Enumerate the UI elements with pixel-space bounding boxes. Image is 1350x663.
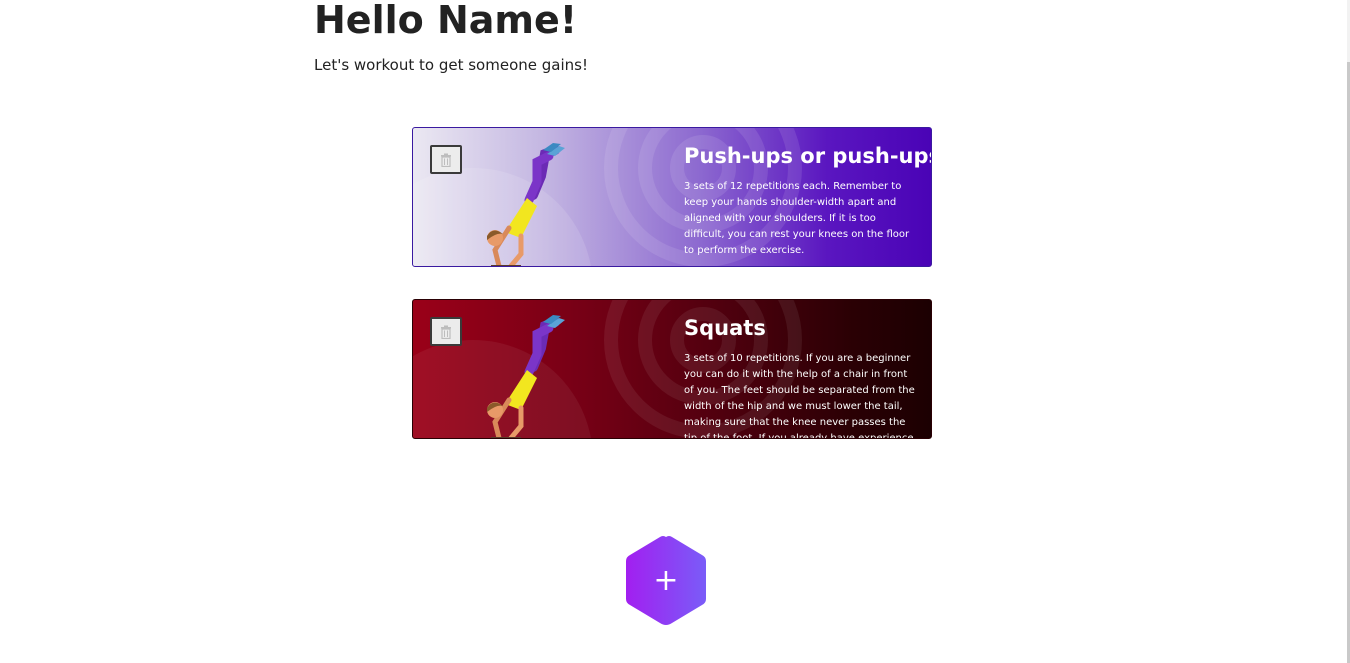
workout-card[interactable]: Push-ups or push-ups 3 sets of 12 repeti… <box>412 127 932 267</box>
workout-title: Squats <box>684 316 766 340</box>
delete-workout-button[interactable] <box>430 317 462 346</box>
greeting-heading: Hello Name! <box>314 0 578 42</box>
plus-icon: + <box>653 562 679 598</box>
trash-icon <box>441 153 451 167</box>
workout-title: Push-ups or push-ups <box>684 144 932 168</box>
athlete-illustration <box>487 143 565 266</box>
athlete-illustration <box>487 315 565 438</box>
workout-card[interactable]: Squats 3 sets of 10 repetitions. If you … <box>412 299 932 439</box>
add-workout-button[interactable]: + <box>626 535 706 625</box>
workout-description: 3 sets of 12 repetitions each. Remember … <box>684 181 910 256</box>
greeting-subtitle: Let's workout to get someone gains! <box>314 56 588 74</box>
workout-page: Hello Name! Let's workout to get someone… <box>0 0 1350 663</box>
delete-workout-button[interactable] <box>430 145 462 174</box>
workout-description: 3 sets of 10 repetitions. If you are a b… <box>684 353 915 439</box>
trash-icon <box>441 325 451 339</box>
